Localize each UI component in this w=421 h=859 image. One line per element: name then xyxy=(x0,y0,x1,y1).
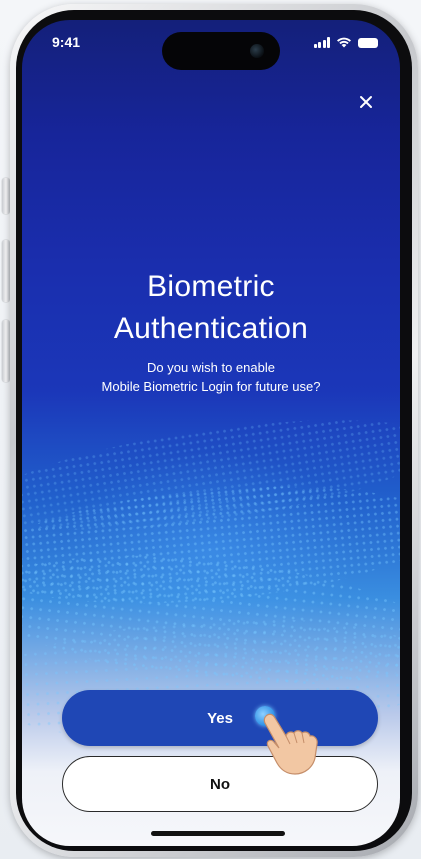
status-icons xyxy=(313,36,378,48)
front-camera xyxy=(250,44,264,58)
dialog-title-line: Authentication xyxy=(113,312,309,345)
home-indicator xyxy=(151,831,285,836)
dialog-title: Biometric Authentication xyxy=(22,266,400,350)
close-button[interactable] xyxy=(354,90,378,114)
screenshot-stage: 9:41 Biometric Authentication Do you wis… xyxy=(0,0,421,859)
volume-down-side-button xyxy=(2,320,10,382)
action-side-button xyxy=(2,178,10,214)
pointing-hand-icon xyxy=(263,713,318,775)
dialog-title-line: Biometric xyxy=(147,270,275,303)
volume-up-side-button xyxy=(2,240,10,302)
battery-icon xyxy=(358,38,378,48)
dynamic-island xyxy=(162,32,280,70)
status-time: 9:41 xyxy=(52,34,81,50)
dialog-subtitle-line: Mobile Biometric Login for future use? xyxy=(101,379,321,394)
dialog-subtitle-line: Do you wish to enable xyxy=(147,360,275,375)
wifi-icon xyxy=(337,37,351,48)
dialog-subtitle: Do you wish to enable Mobile Biometric L… xyxy=(22,358,400,396)
phone-screen: 9:41 Biometric Authentication Do you wis… xyxy=(22,20,400,846)
close-icon xyxy=(360,96,372,108)
yes-button[interactable]: Yes xyxy=(62,690,378,746)
no-button[interactable]: No xyxy=(62,756,378,812)
cellular-signal-icon xyxy=(313,37,330,48)
